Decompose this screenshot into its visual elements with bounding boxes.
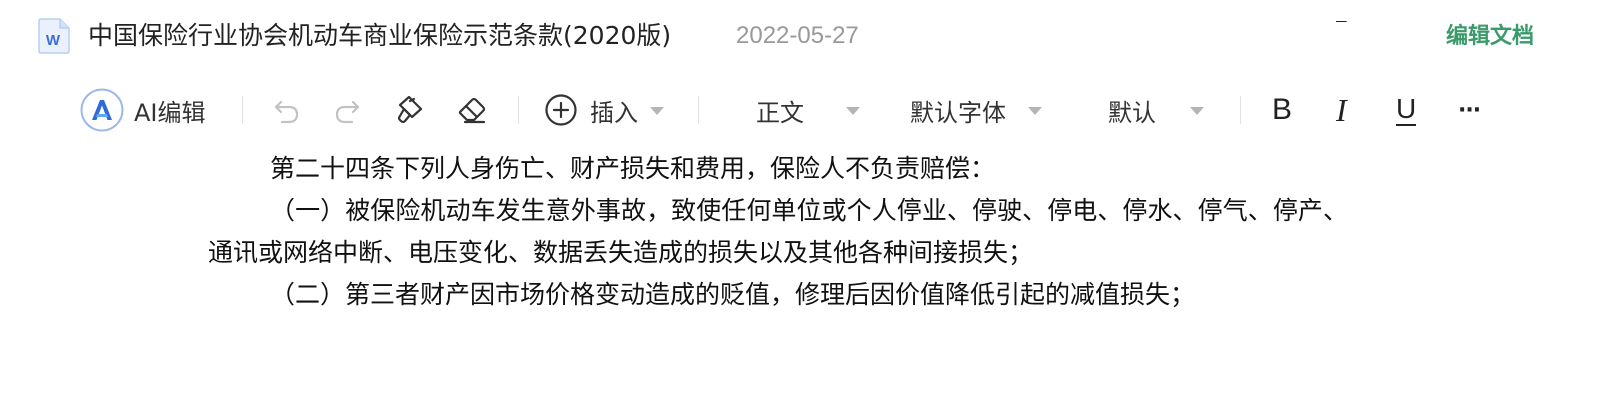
redo-icon [335,100,360,124]
edit-document-link[interactable]: 编辑文档 [1446,20,1534,54]
toolbar-divider [242,96,243,124]
toolbar-divider [698,96,699,124]
ai-logo-icon [80,88,124,132]
paragraph-style-value: 正文 [756,98,804,127]
ai-edit-button[interactable]: AI编辑 [80,80,206,140]
document-body[interactable]: 第二十四条下列人身伤亡、财产损失和费用，保险人不负责赔偿： （一）被保险机动车发… [208,148,1348,316]
plus-circle-icon [545,94,577,126]
document-date: 2022-05-27 [736,22,859,49]
bold-icon: B [1272,93,1293,126]
font-size-value: 默认 [1108,98,1156,127]
toolbar-divider [1240,96,1241,124]
format-painter-icon [397,95,423,124]
clear-format-icon [458,97,486,124]
chevron-down-icon [1028,107,1042,115]
italic-icon: I [1336,91,1347,128]
more-icon: ··· [1458,97,1481,123]
bold-button[interactable]: B [1272,80,1292,140]
italic-button[interactable]: I [1336,80,1347,140]
undo-button[interactable] [272,80,302,140]
chevron-down-icon [846,107,860,115]
underline-icon: U [1396,92,1417,126]
ai-edit-label: AI编辑 [134,98,206,127]
underline-button[interactable]: U [1396,80,1417,140]
document-editor: W 中国保险行业协会机动车商业保险示范条款(2020版) 2022-05-27 … [0,0,1606,408]
font-family-select[interactable]: 默认字体 [910,80,1042,140]
insert-menu-button[interactable]: 插入 [544,80,664,140]
editor-toolbar: AI编辑 插入 正文 默认字体 默认 B I U ··· [0,80,1606,140]
chevron-down-icon [650,107,664,115]
paragraph-style-select[interactable]: 正文 [756,80,860,140]
paragraph: （一）被保险机动车发生意外事故，致使任何单位或个人停业、停驶、停电、停水、停气、… [208,196,1348,267]
font-family-value: 默认字体 [910,98,1006,127]
word-doc-icon: W [38,18,70,54]
paragraph: 第二十四条下列人身伤亡、财产损失和费用，保险人不负责赔偿： [270,154,996,183]
redo-button[interactable] [332,80,362,140]
svg-text:W: W [46,32,61,49]
more-options-button[interactable]: ··· [1458,80,1481,140]
font-size-select[interactable]: 默认 [1108,80,1204,140]
toolbar-divider [518,96,519,124]
document-header: W 中国保险行业协会机动车商业保险示范条款(2020版) 2022-05-27 … [0,0,1606,72]
undo-icon [274,100,299,124]
document-title: 中国保险行业协会机动车商业保险示范条款(2020版) [88,21,672,50]
paragraph: （二）第三者财产因市场价格变动造成的贬值，修理后因价值降低引起的减值损失； [270,280,1196,309]
chevron-down-icon [1190,107,1204,115]
format-painter-button[interactable] [394,80,426,140]
clear-format-button[interactable] [456,80,488,140]
insert-label: 插入 [590,98,638,127]
